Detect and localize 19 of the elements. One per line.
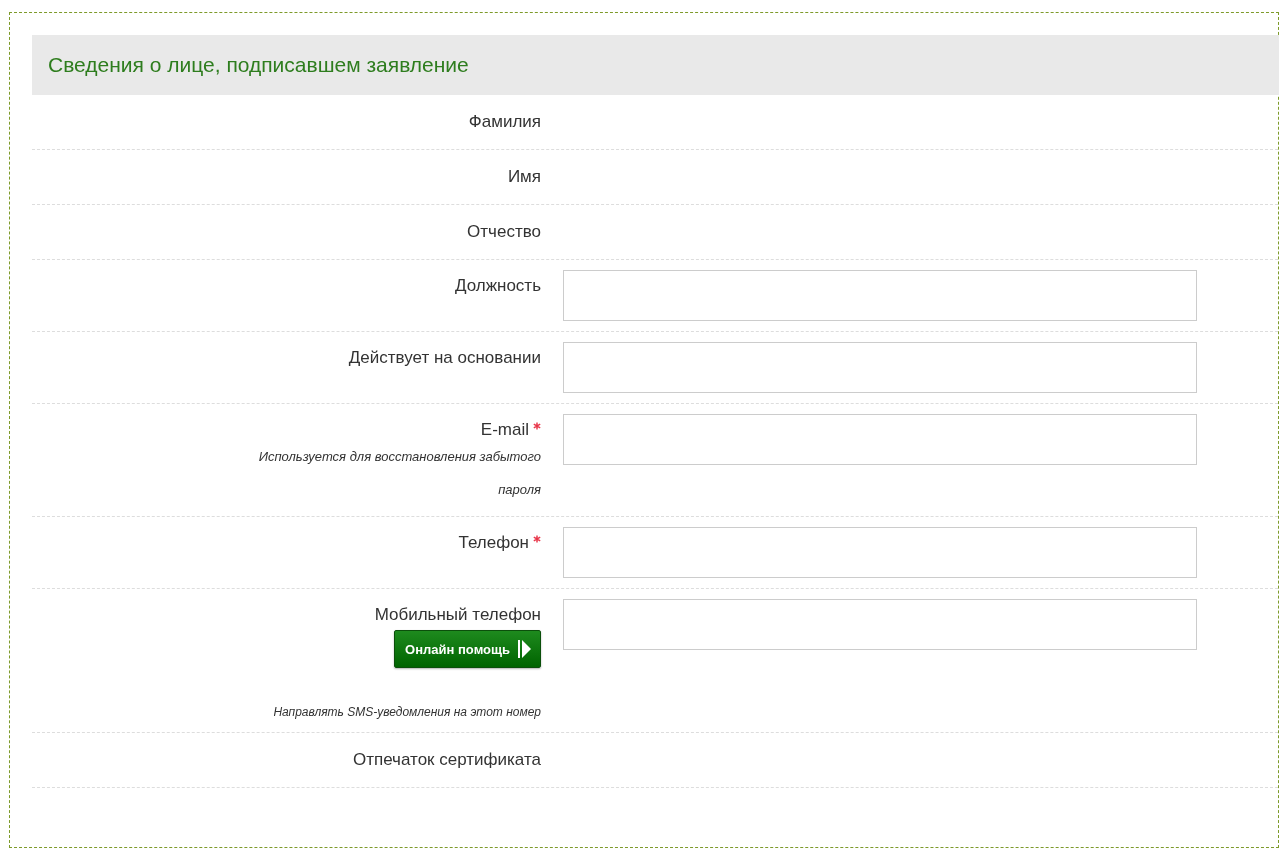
field-label: Должность	[454, 276, 541, 296]
input-field[interactable]	[563, 342, 1197, 393]
field-label: Мобильный телефон	[374, 605, 541, 625]
input-field[interactable]	[563, 527, 1197, 578]
field-label: E-mail	[480, 420, 529, 440]
field-label: Имя	[507, 167, 541, 187]
input-field[interactable]	[563, 414, 1197, 465]
section-title: Сведения о лице, подписавшем заявление	[48, 53, 469, 77]
field-label: Отчество	[467, 222, 541, 242]
field-label: Действует на основании	[348, 348, 541, 368]
field-label: Отпечаток сертификата	[353, 750, 541, 770]
field-label: Телефон	[458, 533, 529, 553]
hint-text: Используется для восстановления забытого пароля	[257, 448, 541, 499]
field-label: Фамилия	[468, 112, 541, 132]
play-arrow-icon	[518, 639, 532, 659]
help-button[interactable]: Онлайн помощь	[394, 630, 541, 668]
input-field[interactable]	[563, 599, 1197, 650]
hint-text: Направлять SMS-уведомления на этот номер	[273, 704, 541, 721]
input-field[interactable]	[563, 270, 1197, 321]
